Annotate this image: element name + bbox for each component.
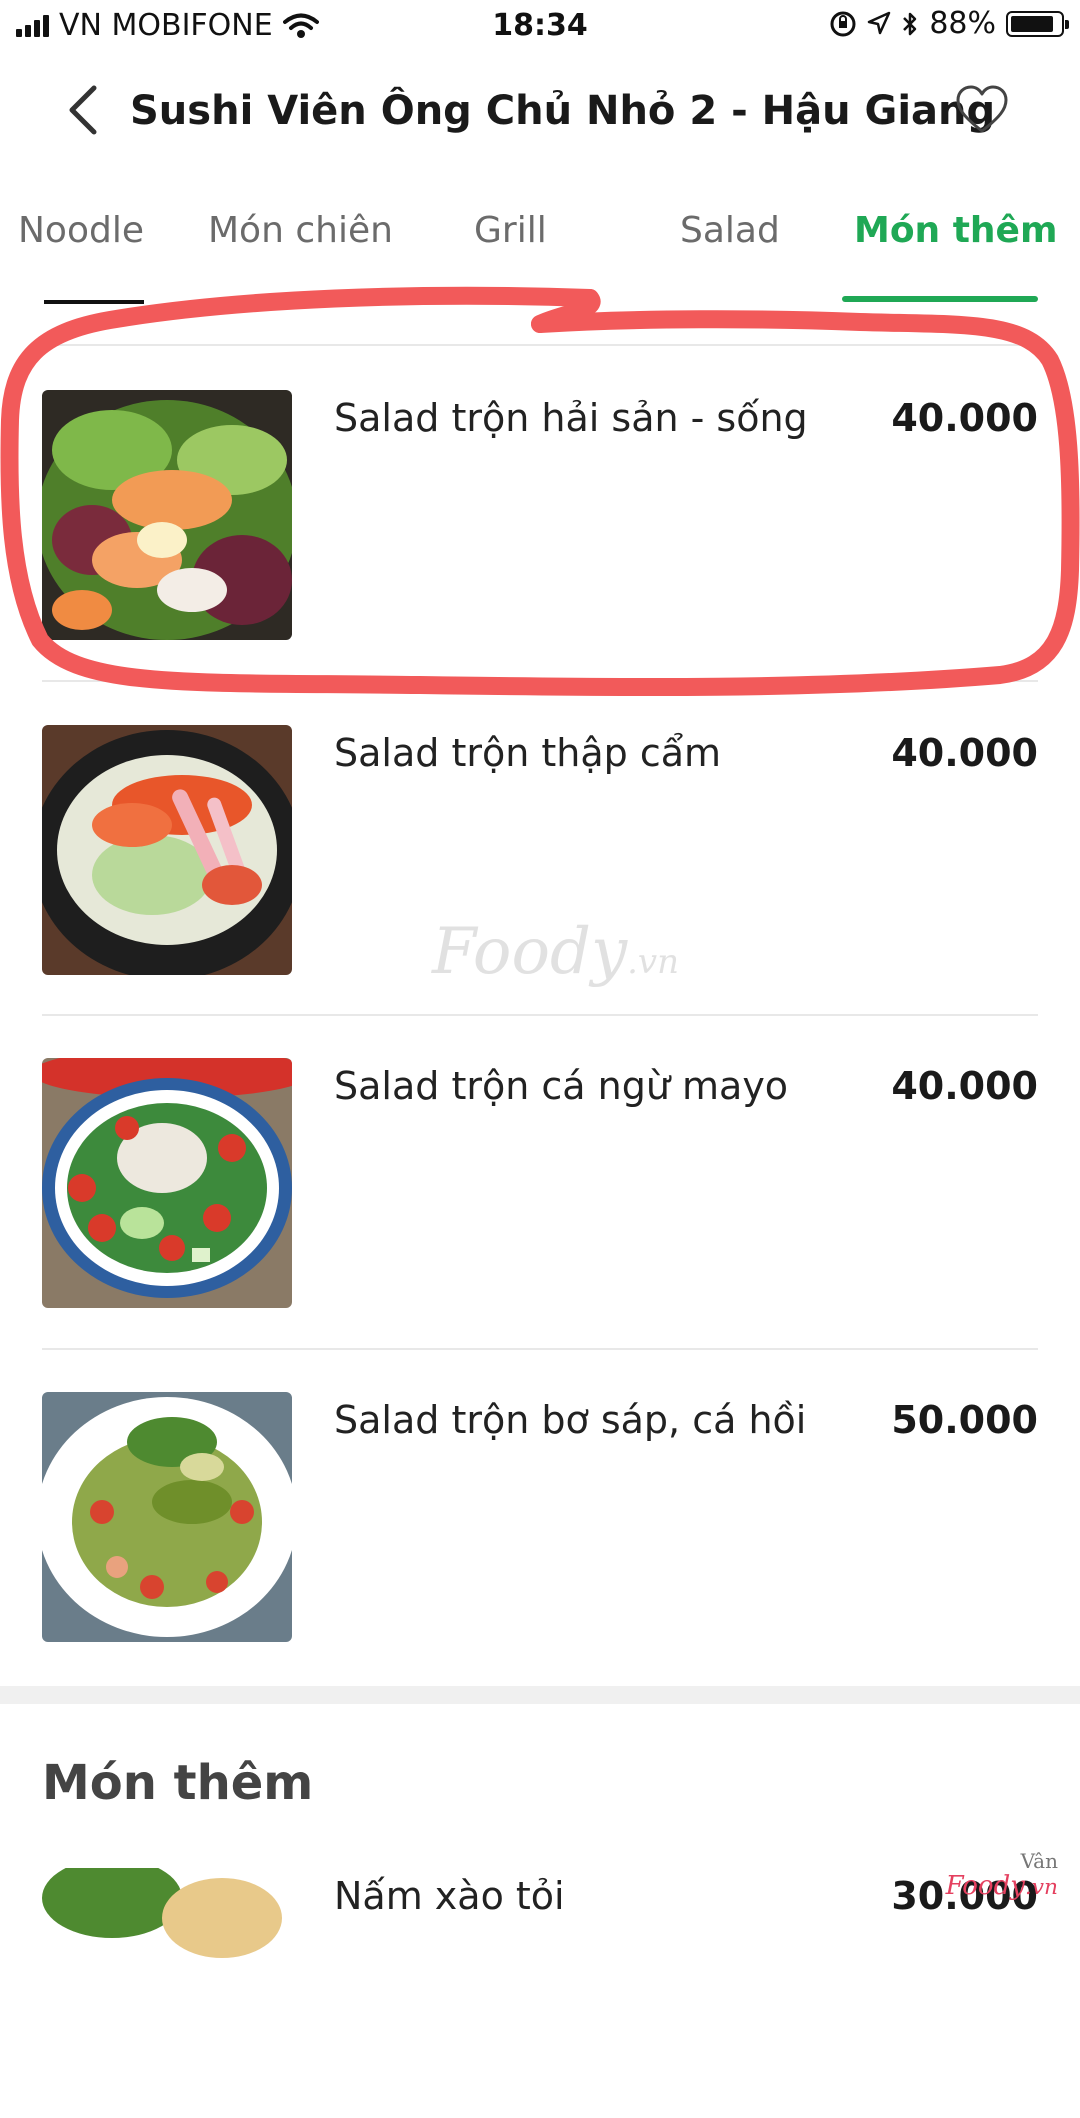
item-price: 40.000 [891,731,1038,775]
tab-salad[interactable]: Salad [680,210,780,251]
location-icon [868,11,891,34]
dish-photo [42,1868,292,2118]
tab-noodle[interactable]: Noodle [18,210,144,251]
tab-mon-them[interactable]: Món thêm [854,210,1057,251]
bluetooth-icon [903,12,917,35]
section-separator [0,1686,1080,1704]
dish-photo [42,1392,292,1642]
dish-photo [42,390,292,640]
active-tab-indicator [842,296,1038,302]
menu-item[interactable]: Nấm xào tỏi 30.000 [42,1868,1038,2118]
brand-watermark: Foody.vn [432,915,680,989]
divider [42,344,1038,346]
page-title: Sushi Viên Ông Chủ Nhỏ 2 - Hậu Giang [130,88,996,134]
tab-grill[interactable]: Grill [474,210,547,251]
item-name: Salad trộn hải sản - sống [334,396,808,440]
battery-icon [1006,10,1069,37]
category-tabs: Noodle Món chiên Grill Salad Món thêm [0,200,1080,304]
status-right: 88% [829,6,1069,41]
item-price: 40.000 [891,1064,1038,1108]
divider [42,1348,1038,1350]
status-bar: VN MOBIFONE 18:34 88% [0,0,1080,54]
header-bar: Sushi Viên Ông Chủ Nhỏ 2 - Hậu Giang [0,60,1080,160]
menu-item[interactable]: Salad trộn bơ sáp, cá hồi 50.000 [42,1392,1038,1642]
item-price: 40.000 [891,396,1038,440]
heart-outline-icon[interactable] [954,84,1010,136]
scroll-indicator [44,300,144,304]
corner-watermark: Vân Foody.vn [945,1849,1058,1901]
orientation-lock-icon [830,11,856,36]
divider [42,1014,1038,1016]
divider [42,680,1038,682]
item-name: Nấm xào tỏi [334,1874,565,1918]
item-name: Salad trộn cá ngừ mayo [334,1064,789,1108]
battery-percent: 88% [929,6,996,41]
dish-photo [42,1058,292,1308]
item-price: 50.000 [891,1398,1038,1442]
section-title: Món thêm [42,1755,314,1811]
menu-item[interactable]: Salad trộn cá ngừ mayo 40.000 [42,1058,1038,1308]
dish-photo [42,725,292,975]
chevron-left-icon[interactable] [60,82,110,138]
item-name: Salad trộn thập cẩm [334,731,722,775]
tab-mon-chien[interactable]: Món chiên [208,210,393,251]
menu-item[interactable]: Salad trộn hải sản - sống 40.000 [42,390,1038,640]
item-name: Salad trộn bơ sáp, cá hồi [334,1398,807,1442]
